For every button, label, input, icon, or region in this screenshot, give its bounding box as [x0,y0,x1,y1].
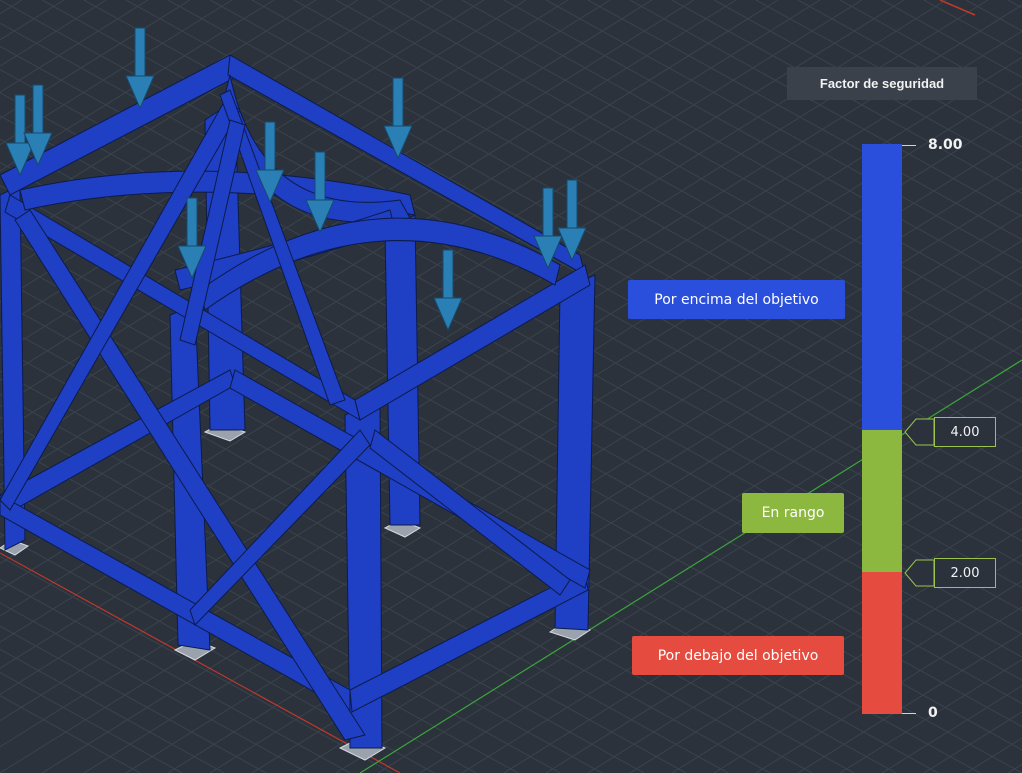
handle-pointer-icon [904,418,935,446]
legend-bar-above [862,144,902,430]
min-label: 0 [928,705,938,721]
below-target-label: Por debajo del objetivo [632,636,844,675]
lower-threshold-handle[interactable]: 2.00 [904,558,996,588]
above-target-label: Por encima del objetivo [628,280,845,319]
handle-pointer-icon [904,559,935,587]
load-arrow-icon [125,27,155,110]
max-label: 8.00 [928,137,963,153]
min-tick [902,713,916,714]
max-tick [902,145,916,146]
legend-bar-in-range [862,430,902,572]
truss-structure[interactable] [0,54,596,761]
upper-threshold-value[interactable]: 4.00 [934,417,996,447]
legend-title: Factor de seguridad [787,67,977,100]
in-range-label: En rango [742,493,844,533]
upper-threshold-handle[interactable]: 4.00 [904,417,996,447]
legend-bar-below [862,572,902,714]
lower-threshold-value[interactable]: 2.00 [934,558,996,588]
